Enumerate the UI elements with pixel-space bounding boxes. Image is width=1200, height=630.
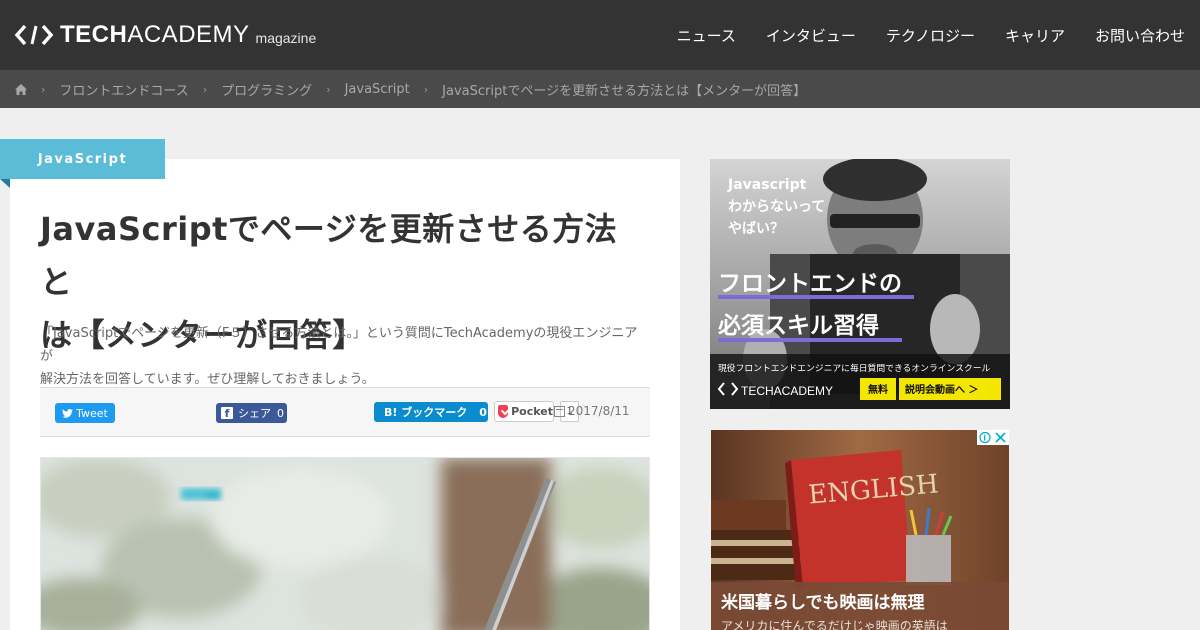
- ad1-free-badge: 無料: [868, 383, 888, 396]
- nav-contact[interactable]: お問い合わせ: [1095, 25, 1185, 46]
- breadcrumb-separator: ›: [41, 82, 46, 96]
- nav-interview[interactable]: インタビュー: [766, 25, 856, 46]
- ad-techacademy-banner: Javascript わからないって やばい？ フロントエンドの 必須スキル習得…: [710, 159, 1010, 409]
- article-hero-image: [40, 457, 650, 630]
- nav-news[interactable]: ニュース: [677, 25, 736, 46]
- ad-english-banner: ENGLISH 米国暮らしでも映画は無理 アメリカに住んでるだけじゃ映画の英語は…: [711, 430, 1009, 630]
- category-tag[interactable]: JavaScript: [0, 139, 165, 179]
- breadcrumb-frontend-course[interactable]: フロントエンドコース: [59, 80, 188, 99]
- article-excerpt-line1: 「JavaScriptでページを更新（F５）させる方法とは。」という質問にTec…: [40, 326, 638, 364]
- main-nav: ニュース インタビュー テクノロジー キャリア お問い合わせ: [677, 0, 1200, 70]
- breadcrumb-separator: ›: [326, 82, 331, 96]
- breadcrumb-javascript[interactable]: JavaScript: [345, 82, 410, 97]
- ad2-subtext: アメリカに住んでるだけじゃ映画の英語は: [721, 618, 948, 630]
- breadcrumb-current-article: JavaScriptでページを更新させる方法とは【メンターが回答】: [442, 83, 807, 99]
- pocket-button[interactable]: Pocket: [494, 401, 554, 422]
- category-tag-fold: [0, 179, 10, 188]
- hatena-bookmark-button[interactable]: B! ブックマーク 0: [374, 402, 488, 422]
- breadcrumb-separator: ›: [202, 82, 208, 96]
- site-header: TECHACADEMY magazine ニュース インタビュー テクノロジー …: [0, 0, 1200, 70]
- sidebar-ad-english[interactable]: ENGLISH 米国暮らしでも映画は無理 アメリカに住んでるだけじゃ映画の英語は…: [711, 430, 1009, 630]
- hatena-bookmark-count: 0: [479, 405, 487, 419]
- nav-career[interactable]: キャリア: [1005, 25, 1065, 46]
- code-brackets-icon: [14, 24, 54, 46]
- facebook-icon: f: [221, 407, 233, 420]
- share-bar: Tweet f シェア 0 B! ブックマーク 0 Pocket 1 2017/…: [40, 387, 650, 437]
- ad2-headline: 米国暮らしでも映画は無理: [721, 592, 925, 613]
- article-excerpt: 「JavaScriptでページを更新（F５）させる方法とは。」という質問にTec…: [40, 322, 650, 391]
- pocket-label: Pocket: [511, 405, 553, 418]
- ad1-headline2: 必須スキル習得: [718, 312, 879, 339]
- logo-magazine: magazine: [255, 30, 317, 46]
- facebook-share-count: 0: [277, 406, 284, 420]
- article-title-line1: JavaScriptでページを更新させる方法と: [40, 210, 618, 301]
- ad1-line1: Javascript: [727, 177, 807, 193]
- nav-technology[interactable]: テクノロジー: [886, 25, 975, 46]
- tweet-button[interactable]: Tweet: [55, 403, 115, 423]
- ad1-line3: やばい？: [728, 221, 784, 237]
- site-logo[interactable]: TECHACADEMY magazine: [14, 20, 316, 50]
- ad1-subtext: 現役フロントエンドエンジニアに毎日質問できるオンラインスクール: [718, 362, 991, 374]
- facebook-share-button[interactable]: f シェア 0: [216, 403, 287, 423]
- svg-text:i: i: [983, 434, 986, 443]
- ad1-brand: TECHACADEMY: [741, 384, 833, 398]
- breadcrumb-separator: ›: [423, 82, 429, 96]
- publish-date-text: 2017/8/11: [568, 404, 630, 418]
- logo-wordmark: TECHACADEMY: [60, 21, 250, 48]
- publish-date: 2017/8/11: [554, 404, 630, 418]
- twitter-icon: [62, 408, 74, 418]
- calendar-icon: [554, 405, 565, 417]
- breadcrumb: › フロントエンドコース › プログラミング › JavaScript › Ja…: [0, 70, 1200, 108]
- pocket-icon: [498, 405, 509, 418]
- tweet-label: Tweet: [76, 406, 108, 420]
- ad1-line2: わからないって: [728, 199, 825, 215]
- home-icon[interactable]: [15, 83, 27, 95]
- hero-photo: [41, 458, 649, 630]
- breadcrumb-programming[interactable]: プログラミング: [221, 80, 312, 99]
- facebook-share-label: シェア: [238, 407, 271, 420]
- article-excerpt-line2: 解決方法を回答しています。ぜひ理解しておきましょう。: [40, 372, 375, 387]
- ad1-headline1: フロントエンドの: [718, 271, 902, 297]
- hatena-bookmark-label: B! ブックマーク: [384, 406, 468, 419]
- sidebar-ad-techacademy[interactable]: Javascript わからないって やばい？ フロントエンドの 必須スキル習得…: [710, 159, 1010, 409]
- ad1-cta[interactable]: 説明会動画へ ＞: [905, 383, 978, 396]
